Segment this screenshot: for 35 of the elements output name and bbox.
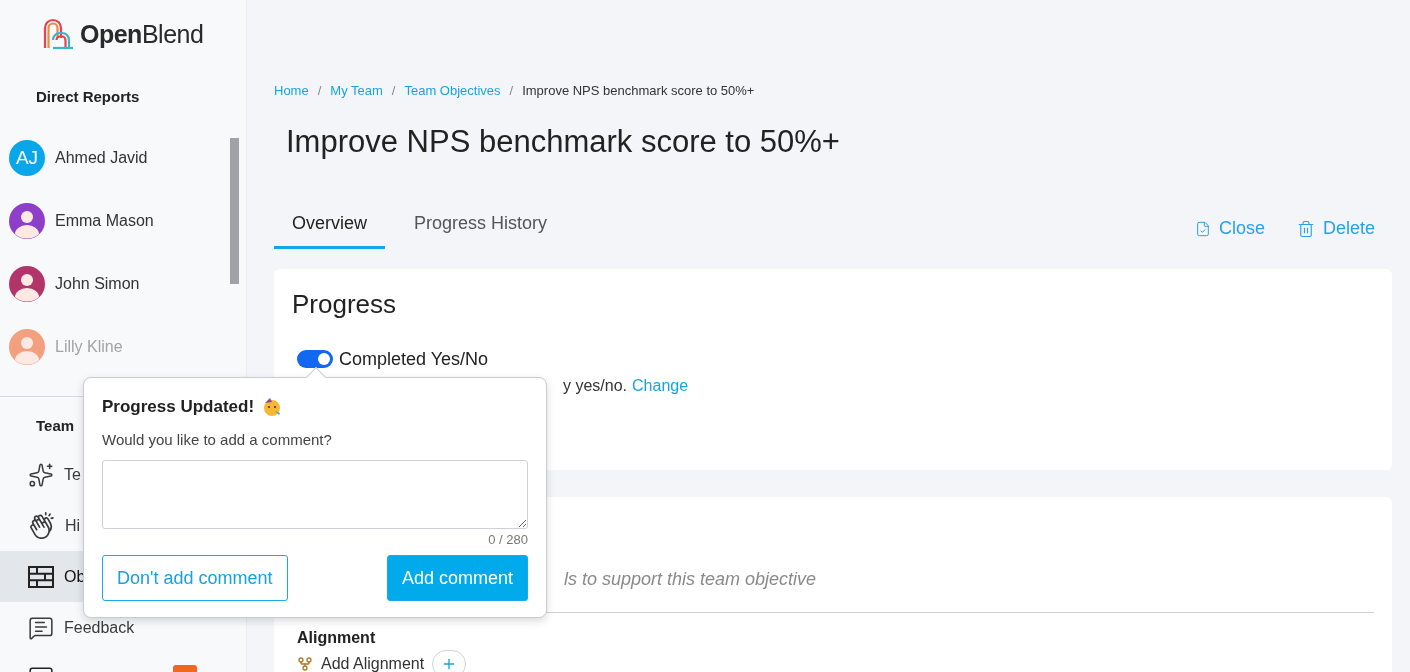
breadcrumb-link[interactable]: Team Objectives: [404, 83, 501, 99]
description-text: y yes/no.: [563, 377, 628, 395]
breadcrumb-separator: /: [509, 83, 514, 99]
tab[interactable]: Progress History: [396, 212, 566, 249]
breadcrumb-separator: /: [317, 83, 322, 99]
page-title: Improve NPS benchmark score to 50%+: [286, 124, 841, 160]
avatar-initials: AJ: [9, 139, 45, 176]
breadcrumb-current: Improve NPS benchmark score to 50%+: [522, 83, 755, 99]
skip-comment-button[interactable]: Don't add comment: [102, 555, 288, 601]
add-comment-button[interactable]: Add comment: [386, 555, 528, 601]
hint-text: ls to support this team objective: [564, 569, 817, 589]
close-button[interactable]: Close: [1194, 218, 1265, 239]
breadcrumb-link[interactable]: My Team: [330, 83, 383, 99]
popover-prompt: Would you like to add a comment?: [102, 431, 332, 449]
nav-item[interactable]: Feedback: [0, 602, 145, 653]
popover-title: Progress Updated!: [102, 397, 255, 417]
direct-report-name[interactable]: Emma Mason: [55, 211, 154, 230]
direct-report-name[interactable]: John Simon: [55, 274, 140, 293]
section-title: Alignment: [297, 628, 376, 648]
breadcrumb-separator: /: [391, 83, 396, 99]
nav-item[interactable]: Hi: [0, 500, 91, 551]
breadcrumb-link[interactable]: Home: [274, 83, 309, 99]
logo-wordmark: OpenBlend: [80, 19, 204, 49]
section-heading: Direct Reports: [36, 88, 140, 106]
add-alignment-label: Add Alignment: [321, 655, 425, 672]
change-link[interactable]: Change: [632, 377, 689, 395]
toggle-label: Completed Yes/No: [339, 348, 489, 370]
direct-report-name[interactable]: Ahmed Javid: [55, 148, 148, 167]
section-heading: Team: [36, 417, 75, 435]
card-title: Progress: [292, 289, 397, 319]
direct-report-name[interactable]: Lilly Kline: [55, 337, 123, 356]
delete-button[interactable]: Delete: [1296, 218, 1375, 239]
character-counter: 0 / 280: [488, 532, 528, 548]
nav-item[interactable]: Te: [0, 449, 91, 500]
tab[interactable]: Overview: [274, 212, 385, 249]
